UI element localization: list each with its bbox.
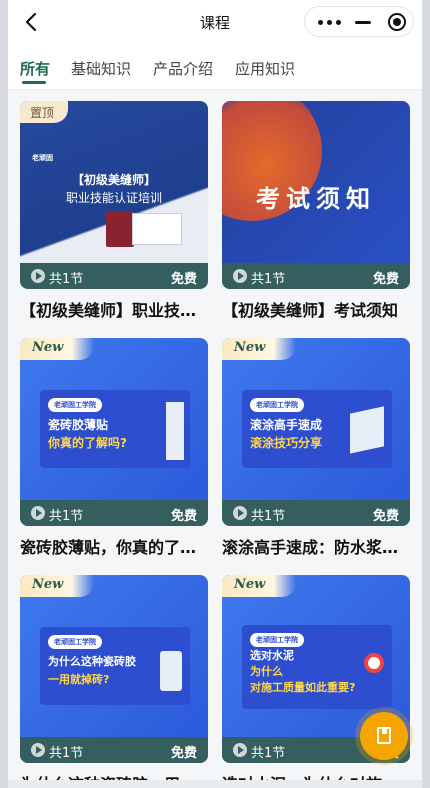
- lesson-count: 共1节: [49, 746, 84, 761]
- brand-label: 老顽固工学院: [250, 633, 304, 647]
- course-meta: 共1节 免费: [20, 263, 208, 289]
- brand-label: 老顽固工学院: [48, 635, 102, 649]
- left-edge: [0, 0, 8, 788]
- banner: 老顽固工学院 瓷砖胶薄贴 你真的了解吗?: [40, 390, 190, 468]
- more-dots-icon[interactable]: [318, 20, 341, 25]
- banner-line: 滚涂高手速成: [250, 418, 323, 432]
- banner-line: 考试须知: [256, 185, 376, 213]
- new-badge-label: New: [234, 577, 266, 592]
- play-icon: [233, 269, 247, 283]
- course-thumbnail[interactable]: 老顽固工学院 滚涂高手速成 滚涂技巧分享 New 共1节 免费: [222, 338, 410, 526]
- new-badge: New: [20, 575, 94, 597]
- certificate-icon: [106, 211, 134, 247]
- banner: 老顽固工学院 滚涂高手速成 滚涂技巧分享: [242, 390, 392, 468]
- price-label: 免费: [170, 746, 197, 761]
- brand-label: 老顽固工学院: [48, 398, 102, 412]
- play-icon: [31, 743, 45, 757]
- pinned-badge: 置顶: [20, 101, 68, 123]
- new-badge: New: [20, 338, 94, 360]
- course-meta: 共1节 免费: [222, 263, 410, 289]
- header-bar: 课程: [8, 0, 422, 44]
- course-thumbnail[interactable]: 考试须知 共1节 免费: [222, 101, 410, 289]
- tab-underline: [22, 81, 46, 84]
- room-illustration: [350, 406, 384, 454]
- course-thumbnail[interactable]: 老顽固工学院 瓷砖胶薄贴 你真的了解吗? New 共1节 免费: [20, 338, 208, 526]
- course-title[interactable]: 滚涂高手速成：防水浆…: [222, 534, 410, 558]
- price-label: 免费: [372, 272, 399, 287]
- banner-line: 滚涂技巧分享: [250, 436, 323, 450]
- banner-line: 对施工质量如此重要?: [250, 681, 356, 694]
- course-title[interactable]: 【初级美缝师】考试须知: [222, 297, 410, 321]
- price-label: 免费: [170, 509, 197, 524]
- target-board-icon: [364, 653, 384, 673]
- tab-basics[interactable]: 基础知识: [71, 58, 131, 79]
- course-title[interactable]: 瓷砖胶薄贴，你真的了…: [20, 534, 208, 558]
- course-thumbnail[interactable]: 老顽固工学院 为什么这种瓷砖胶 一用就掉砖? New 共1节 免费: [20, 575, 208, 763]
- book-icon: [377, 727, 391, 744]
- new-badge-label: New: [32, 340, 64, 355]
- banner-line: 为什么: [250, 665, 283, 678]
- course-meta: 共1节 免费: [20, 737, 208, 763]
- banner-line: 你真的了解吗?: [48, 436, 127, 450]
- play-icon: [31, 506, 45, 520]
- tab-bar: 所有 基础知识 产品介绍 应用知识: [8, 44, 422, 90]
- banner-line: 为什么这种瓷砖胶: [48, 655, 136, 668]
- brand-label: 老顽固工学院: [250, 398, 304, 412]
- banner-line: 一用就掉砖?: [48, 673, 110, 686]
- target-icon[interactable]: [388, 13, 406, 31]
- play-icon: [233, 506, 247, 520]
- banner-line: 瓷砖胶薄贴: [48, 418, 109, 432]
- banner: 老顽固工学院 为什么这种瓷砖胶 一用就掉砖?: [40, 627, 190, 705]
- tab-products[interactable]: 产品介绍: [153, 58, 213, 79]
- price-label: 免费: [170, 272, 197, 287]
- tab-applications[interactable]: 应用知识: [235, 58, 295, 79]
- right-edge: [422, 0, 430, 788]
- banner-line: 职业技能认证培训: [65, 191, 162, 205]
- lesson-count: 共1节: [49, 272, 84, 287]
- banner-line: 选对水泥: [250, 649, 294, 662]
- price-label: 免费: [372, 509, 399, 524]
- new-badge: New: [222, 575, 296, 597]
- tab-all[interactable]: 所有: [20, 58, 50, 79]
- course-title[interactable]: 为什么这种瓷砖胶一用…: [20, 771, 208, 780]
- lesson-count: 共1节: [251, 272, 286, 287]
- play-icon: [233, 743, 247, 757]
- phone-screen: 课程 所有 基础知识 产品介绍 应用知识 老顽固 【初级美缝师】 职业技能认证培…: [8, 0, 422, 780]
- new-badge: New: [222, 338, 296, 360]
- course-meta: 共1节 免费: [20, 500, 208, 526]
- lesson-count: 共1节: [251, 746, 286, 761]
- course-title[interactable]: 【初级美缝师】职业技…: [20, 297, 208, 321]
- new-badge-label: New: [32, 577, 64, 592]
- worker-illustration: [160, 651, 182, 691]
- course-thumbnail[interactable]: 老顽固 【初级美缝师】 职业技能认证培训 置顶 共1节 免费: [20, 101, 208, 289]
- course-title[interactable]: 选对水泥，为什么对施…: [222, 771, 410, 780]
- document-icon: [132, 213, 182, 245]
- pinned-badge-label: 置顶: [30, 106, 55, 120]
- minus-icon[interactable]: [355, 21, 371, 24]
- lesson-count: 共1节: [49, 509, 84, 524]
- floating-book-button[interactable]: [360, 712, 408, 760]
- banner-line: 【初级美缝师】: [71, 173, 156, 187]
- brand-label: 老顽固: [32, 154, 53, 162]
- new-badge-label: New: [234, 340, 266, 355]
- play-icon: [31, 269, 45, 283]
- course-meta: 共1节 免费: [222, 500, 410, 526]
- menu-capsule: [304, 6, 414, 37]
- banner: 老顽固工学院 选对水泥 为什么 对施工质量如此重要?: [242, 625, 392, 709]
- lesson-count: 共1节: [251, 509, 286, 524]
- worker-illustration: [166, 402, 184, 460]
